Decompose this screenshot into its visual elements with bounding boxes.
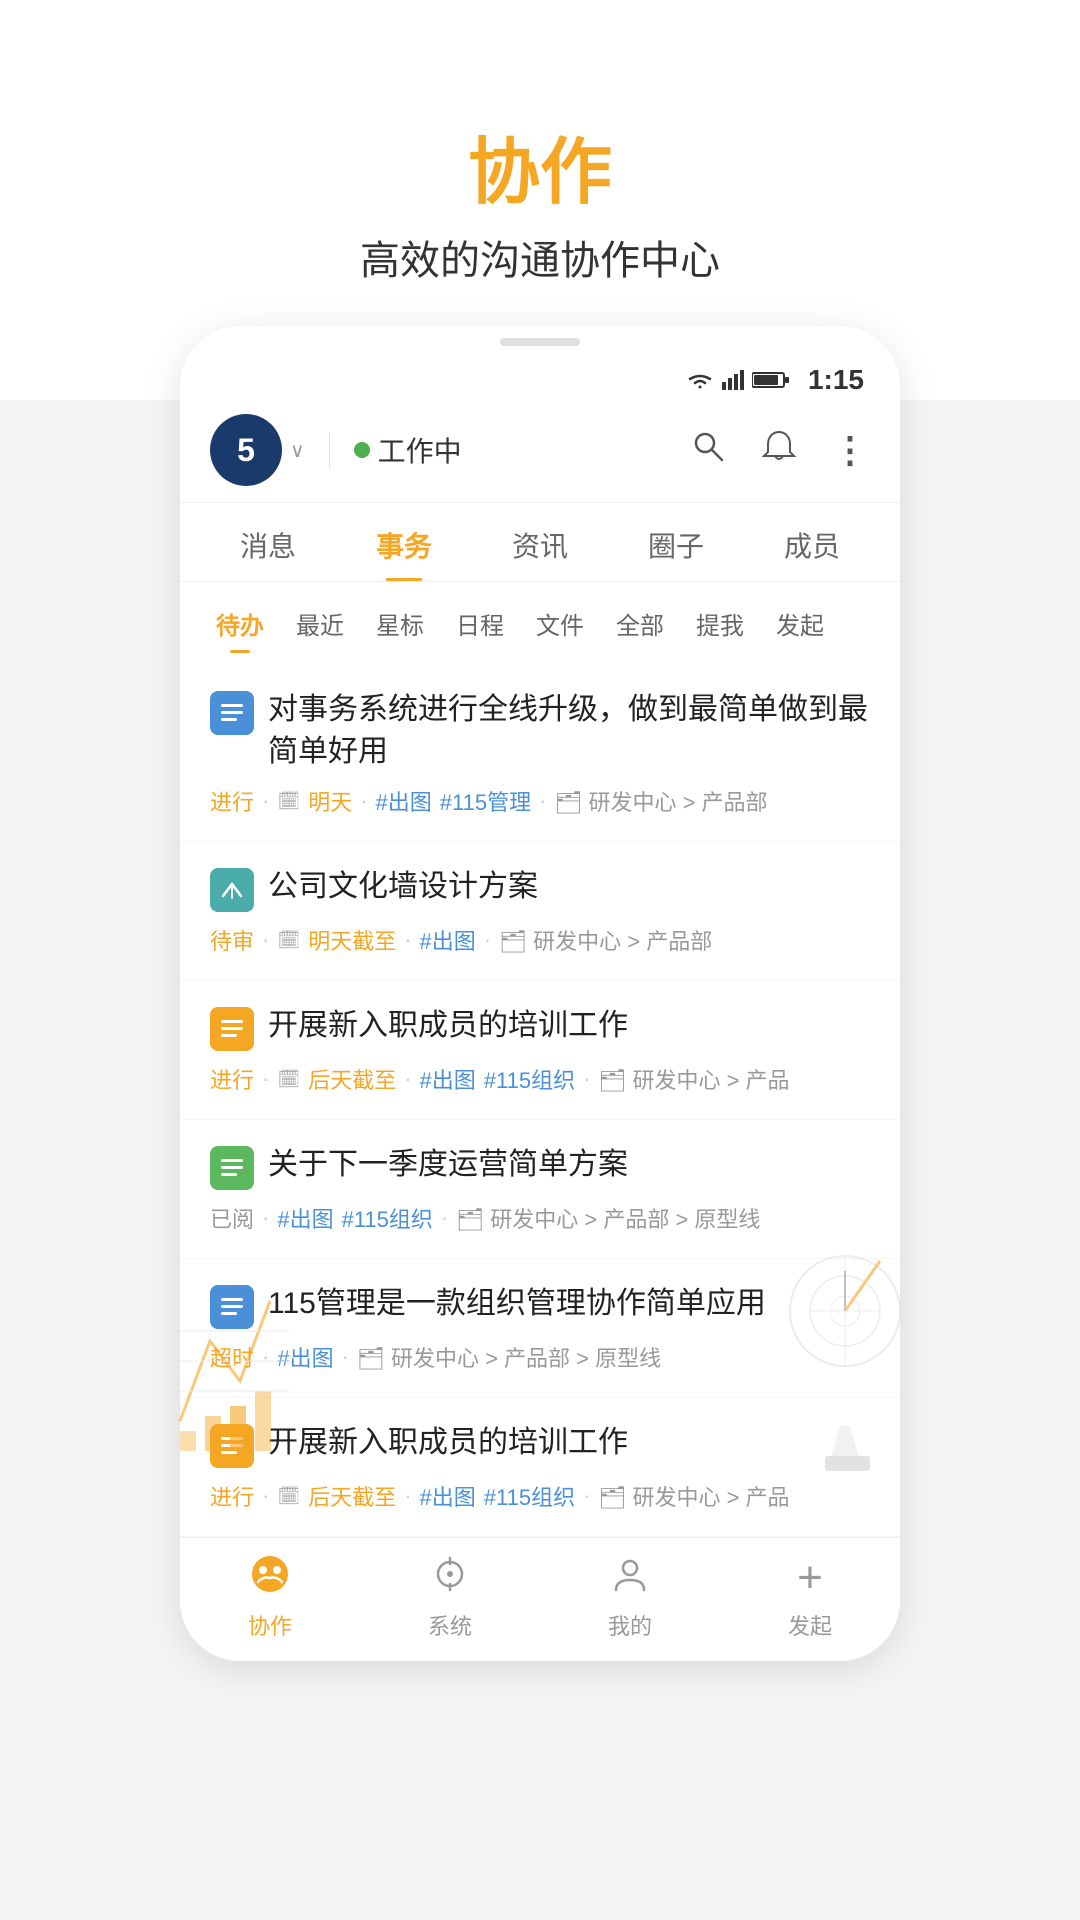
task-date: 后天截至 — [308, 1480, 396, 1512]
search-icon[interactable] — [690, 428, 726, 473]
task-date: 后天截至 — [308, 1063, 396, 1095]
task-meta: 进行 · 🗓 后天截至 · #出图 #115组织 · 🗂 研发中心 > 产品 — [210, 1063, 870, 1095]
system-icon — [430, 1554, 470, 1603]
task-date: 明天 — [308, 785, 352, 817]
task-title: 开展新入职成员的培训工作 — [268, 1005, 870, 1047]
user-avatar[interactable]: 5 — [210, 414, 282, 486]
deco-left — [170, 1261, 290, 1461]
task-tag: #出图 — [277, 1202, 333, 1234]
filter-starred[interactable]: 星标 — [360, 594, 440, 653]
avatar-dropdown[interactable]: ∨ — [290, 438, 305, 463]
mine-icon — [610, 1554, 650, 1603]
page-subtitle: 高效的沟通协作中心 — [0, 228, 1080, 286]
bell-icon[interactable] — [762, 428, 796, 473]
tab-circle[interactable]: 圈子 — [608, 503, 744, 581]
filter-started[interactable]: 发起 — [760, 594, 840, 653]
work-status-text: 工作中 — [378, 430, 462, 470]
task-meta: 待审 · 🗓 明天截至 · #出图 · 🗂 研发中心 > 产品部 — [210, 924, 870, 956]
page-title: 协作 — [0, 130, 1080, 216]
task-item[interactable]: 开展新入职成员的培训工作 进行 · 🗓 后天截至 · #出图 #115组织 · … — [180, 981, 900, 1120]
filter-files[interactable]: 文件 — [520, 594, 600, 653]
task-path: 🗂 研发中心 > 产品 — [598, 1480, 789, 1512]
tab-tasks[interactable]: 事务 — [336, 503, 472, 581]
filter-schedule[interactable]: 日程 — [440, 594, 520, 653]
task-item[interactable]: 公司文化墙设计方案 待审 · 🗓 明天截至 · #出图 · 🗂 研发中心 > 产… — [180, 842, 900, 981]
bottom-nav-label-start: 发起 — [788, 1609, 832, 1641]
phone-mockup: 1:15 5 ∨ 工作中 — [180, 326, 900, 1661]
task-meta: 进行 · 🗓 后天截至 · #出图 #115组织 · 🗂 研发中心 > 产品 — [210, 1480, 870, 1512]
bottom-nav-mine[interactable]: 我的 — [540, 1554, 720, 1641]
bottom-nav-label-system: 系统 — [428, 1609, 472, 1641]
task-date: 明天截至 — [308, 924, 396, 956]
task-item[interactable]: 对事务系统进行全线升级，做到最简单做到最简单好用 进行 · 🗓 明天 · #出图… — [180, 665, 900, 842]
task-meta: 超时 · #出图 · 🗂 研发中心 > 产品部 > 原型线 — [210, 1341, 870, 1373]
battery-icon — [752, 371, 790, 389]
task-status: 待审 — [210, 924, 254, 956]
task-path: 🗂 研发中心 > 产品部 — [554, 785, 767, 817]
header-divider — [329, 432, 330, 468]
app-header: 5 ∨ 工作中 ⋮ — [180, 406, 900, 503]
deco-right — [780, 1231, 910, 1481]
task-path: 🗂 研发中心 > 产品 — [598, 1063, 789, 1095]
task-icon — [210, 868, 254, 912]
task-icon — [210, 691, 254, 735]
task-title: 公司文化墙设计方案 — [268, 866, 870, 908]
wifi-icon — [686, 369, 714, 391]
filter-pending[interactable]: 待办 — [200, 594, 280, 653]
status-bar: 1:15 — [180, 346, 900, 406]
task-tag: #115组织 — [484, 1480, 575, 1512]
tab-messages[interactable]: 消息 — [200, 503, 336, 581]
task-icon — [210, 1007, 254, 1051]
task-tag: #115组织 — [342, 1202, 433, 1234]
bottom-nav: 协作 系统 — [180, 1537, 900, 1661]
header-actions: ⋮ — [690, 428, 870, 473]
phone-top-sensors — [180, 326, 900, 346]
task-tag: #115管理 — [440, 785, 531, 817]
task-title: 关于下一季度运营简单方案 — [268, 1144, 870, 1186]
status-time: 1:15 — [808, 364, 864, 396]
task-icon — [210, 1146, 254, 1190]
filter-tabs: 待办 最近 星标 日程 文件 全部 提我 发起 — [180, 582, 900, 665]
filter-mentioned[interactable]: 提我 — [680, 594, 760, 653]
bottom-nav-label-collab: 协作 — [248, 1609, 292, 1641]
signal-icon — [722, 370, 744, 390]
tab-members[interactable]: 成员 — [744, 503, 880, 581]
status-indicator — [354, 442, 370, 458]
task-tag: #出图 — [420, 924, 476, 956]
main-nav-tabs: 消息 事务 资讯 圈子 成员 — [180, 503, 900, 582]
bottom-nav-collab[interactable]: 协作 — [180, 1554, 360, 1641]
status-icons — [686, 369, 790, 391]
task-status: 进行 — [210, 785, 254, 817]
task-path: 🗂 研发中心 > 产品部 > 原型线 — [357, 1341, 661, 1373]
filter-all[interactable]: 全部 — [600, 594, 680, 653]
more-icon[interactable]: ⋮ — [832, 429, 870, 471]
task-status: 进行 — [210, 1063, 254, 1095]
filter-recent[interactable]: 最近 — [280, 594, 360, 653]
task-status: 进行 — [210, 1480, 254, 1512]
task-path: 🗂 研发中心 > 产品部 > 原型线 — [456, 1202, 760, 1234]
task-meta: 进行 · 🗓 明天 · #出图 #115管理 · 🗂 研发中心 > 产品部 — [210, 785, 870, 817]
bottom-nav-system[interactable]: 系统 — [360, 1554, 540, 1641]
collab-icon — [250, 1554, 290, 1603]
task-title: 对事务系统进行全线升级，做到最简单做到最简单好用 — [268, 689, 870, 773]
tab-news[interactable]: 资讯 — [472, 503, 608, 581]
task-tag: #出图 — [420, 1063, 476, 1095]
task-path: 🗂 研发中心 > 产品部 — [499, 924, 712, 956]
bottom-nav-start[interactable]: + 发起 — [720, 1554, 900, 1641]
task-meta: 已阅 · #出图 #115组织 · 🗂 研发中心 > 产品部 > 原型线 — [210, 1202, 870, 1234]
task-tag: #出图 — [420, 1480, 476, 1512]
task-status: 已阅 — [210, 1202, 254, 1234]
task-tag: #115组织 — [484, 1063, 575, 1095]
plus-icon: + — [797, 1554, 823, 1602]
task-tag: #出图 — [376, 785, 432, 817]
bottom-nav-label-mine: 我的 — [608, 1609, 652, 1641]
phone-speaker — [500, 338, 580, 346]
